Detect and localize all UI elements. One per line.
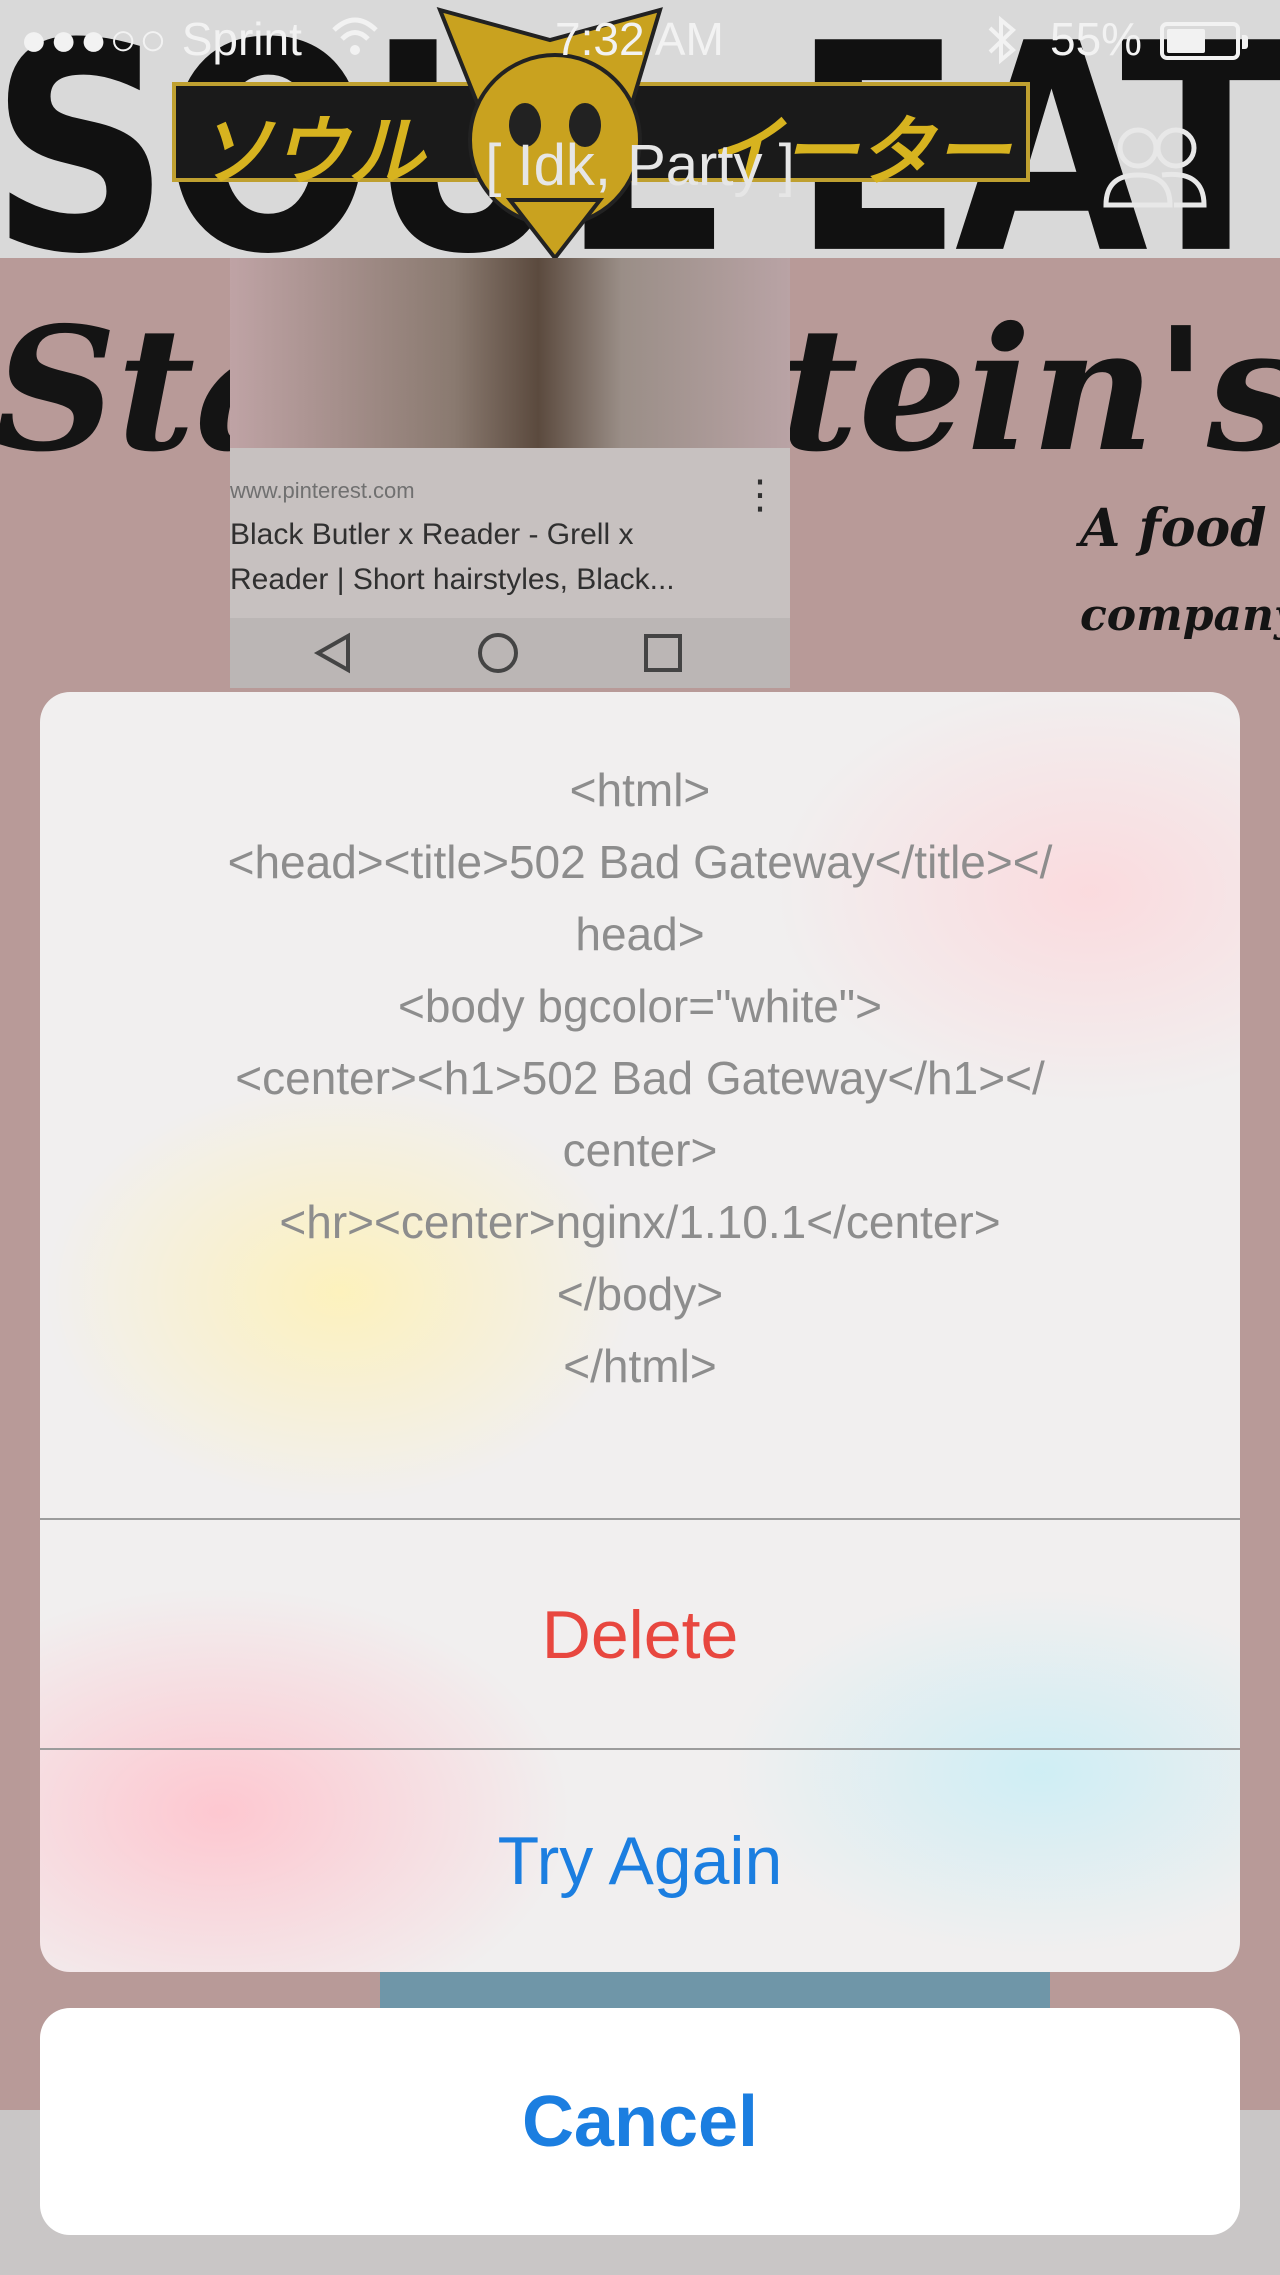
- error-message-line: </html>: [563, 1340, 717, 1392]
- back-triangle-icon: [313, 632, 350, 674]
- home-circle-icon: [478, 633, 518, 673]
- pin-url: www.pinterest.com: [230, 478, 415, 503]
- pin-image: [230, 258, 790, 448]
- battery-icon: [1160, 22, 1248, 60]
- cancel-button[interactable]: Cancel: [40, 2008, 1240, 2235]
- error-message-line: <center><h1>502 Bad Gateway</h1></: [235, 1052, 1045, 1104]
- wifi-icon: [332, 17, 378, 55]
- error-message-line: <body bgcolor="white">: [397, 980, 883, 1032]
- carrier-name: Sprint: [181, 13, 302, 65]
- error-message-line: <hr><center>nginx/1.10.1</center>: [279, 1196, 1001, 1248]
- logo-katakana-left: ソウル: [196, 110, 424, 195]
- pinterest-card[interactable]: www.pinterest.com Black Butler x Reader …: [230, 258, 790, 688]
- group-members-icon[interactable]: [1100, 120, 1210, 210]
- bluetooth-icon: [988, 15, 1017, 65]
- try-again-button[interactable]: Try Again: [40, 1750, 1240, 1972]
- status-bar: ●●●○○ Sprint 7:32 AM 55%: [0, 0, 1280, 80]
- post-heading-right: tein's: [780, 290, 1280, 490]
- error-message-line: center>: [562, 1124, 718, 1176]
- recents-square-icon: [644, 634, 682, 672]
- error-message-line: <html>: [569, 764, 711, 816]
- delete-button[interactable]: Delete: [40, 1520, 1240, 1750]
- more-options-icon[interactable]: ⋮: [740, 472, 780, 518]
- status-time: 7:32 AM: [555, 13, 724, 65]
- android-nav-bar: [230, 618, 790, 688]
- error-message-line: <head><title>502 Bad Gateway</title></: [227, 836, 1053, 888]
- error-action-sheet: <html> <head><title>502 Bad Gateway</tit…: [40, 692, 1240, 1972]
- error-message: <html> <head><title>502 Bad Gateway</tit…: [40, 692, 1240, 1518]
- group-title[interactable]: [ Idk, Party ]: [430, 132, 850, 199]
- signal-icon: ●●●○○: [20, 13, 169, 65]
- battery-percentage: 55%: [1050, 13, 1143, 65]
- carrier-signal: ●●●○○ Sprint: [20, 12, 302, 66]
- chat-header: SOUL EATER ソウル イーター [ Idk, Party ] ●●●○○…: [0, 0, 1280, 258]
- post-tagline-1: A food: [1080, 498, 1267, 559]
- error-message-line: head>: [575, 908, 705, 960]
- post-tagline-2: company: [1080, 590, 1280, 641]
- error-message-line: </body>: [556, 1268, 724, 1320]
- pin-title: Black Butler x Reader - Grell x Reader |…: [230, 518, 675, 596]
